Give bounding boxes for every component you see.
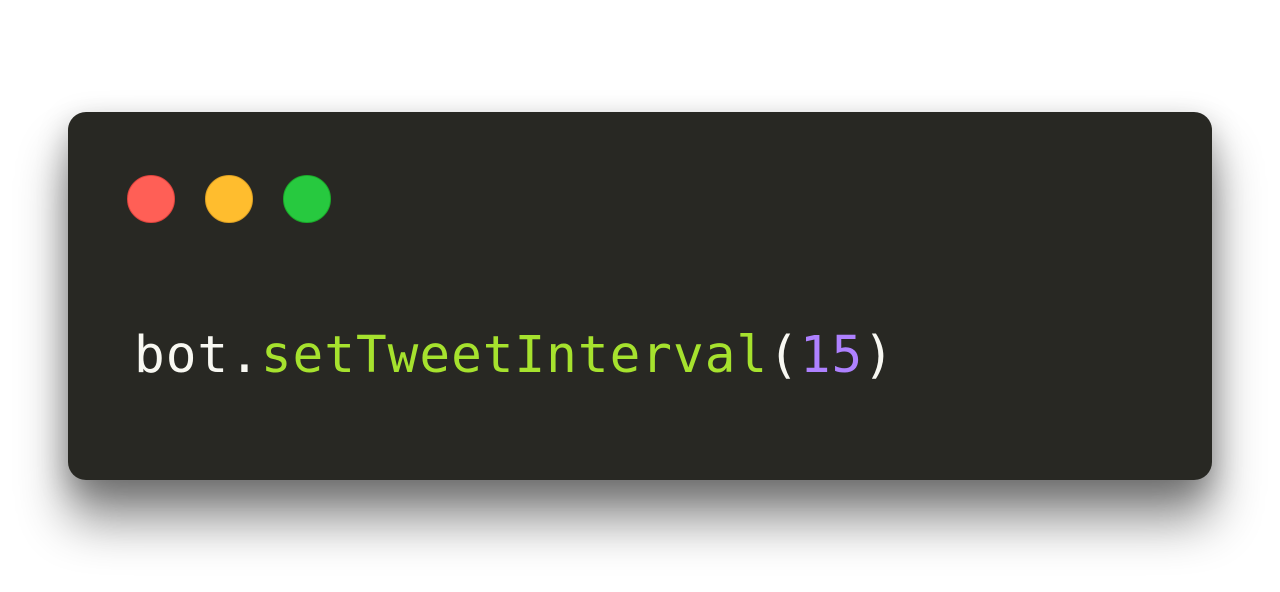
close-button-icon[interactable] [127, 175, 175, 223]
minimize-button-icon[interactable] [205, 175, 253, 223]
maximize-button-icon[interactable] [283, 175, 331, 223]
code-close-paren: ) [863, 326, 895, 385]
code-argument: 15 [799, 326, 864, 385]
window-controls [127, 175, 331, 223]
code-object: bot [134, 326, 230, 385]
code-dot: . [229, 326, 261, 385]
code-window: bot.setTweetInterval(15) [68, 112, 1212, 480]
code-open-paren: ( [768, 326, 800, 385]
code-line: bot.setTweetInterval(15) [134, 324, 895, 388]
code-method: setTweetInterval [260, 326, 769, 385]
